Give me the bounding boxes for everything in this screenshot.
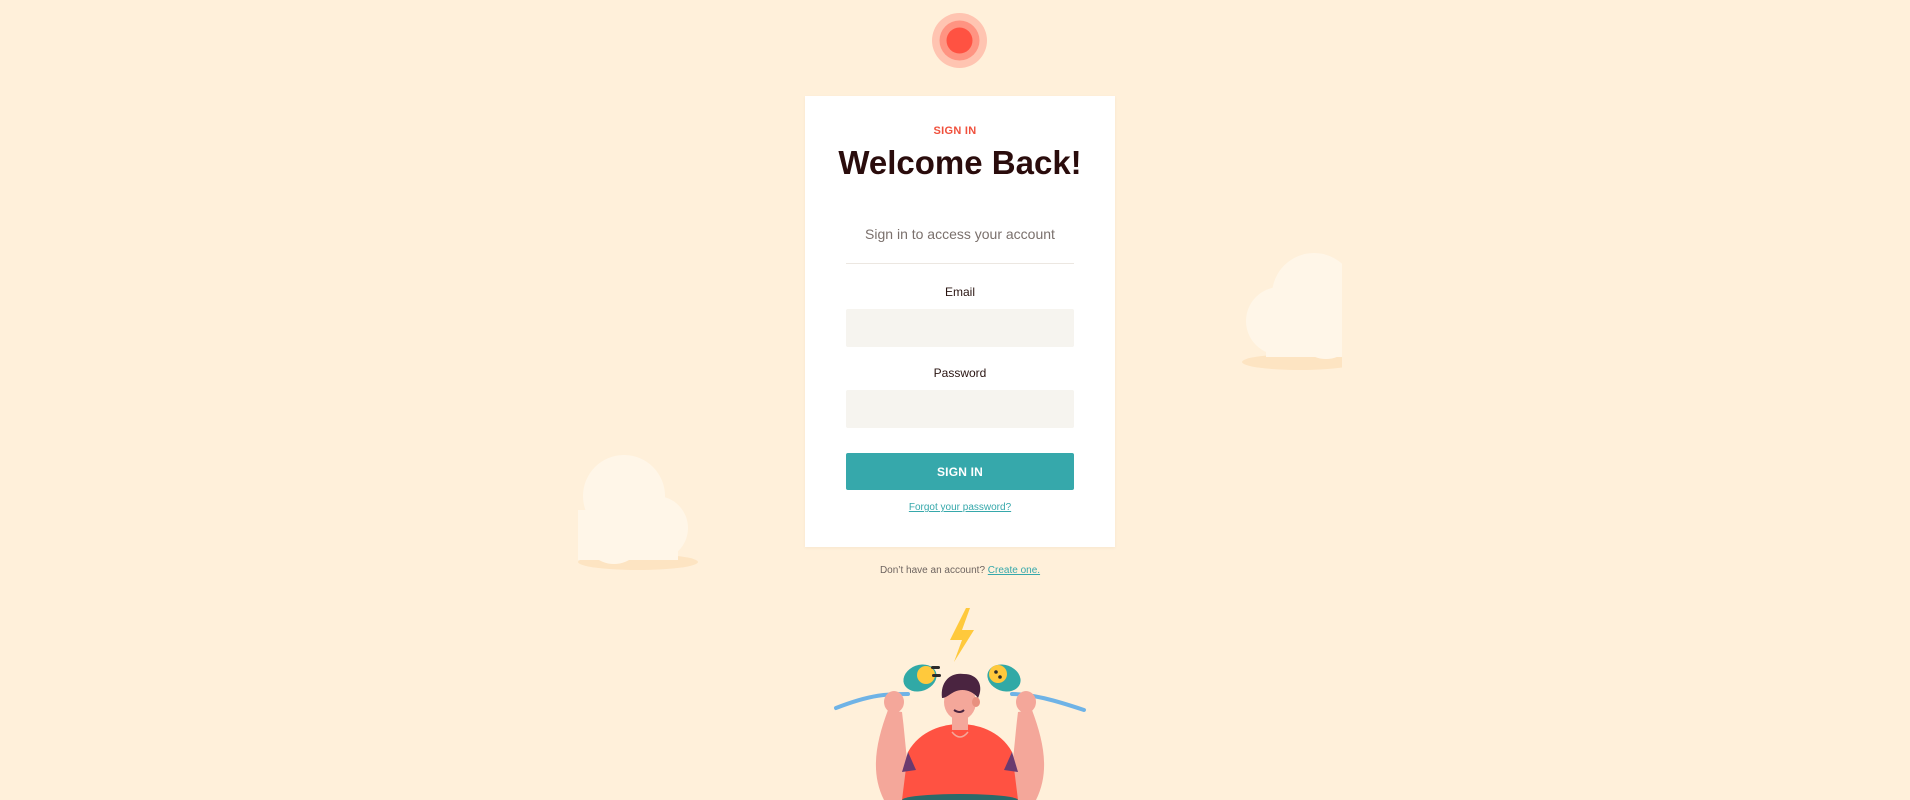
forgot-password-link[interactable]: Forgot your password? [846,502,1074,513]
signup-prompt: Don’t have an account? Create one. [805,565,1115,576]
target-dot-icon [932,13,987,68]
sign-in-button[interactable]: SIGN IN [846,453,1074,490]
cloud-icon [578,455,698,570]
signup-prompt-text: Don’t have an account? [879,565,986,576]
login-page: SIGN IN Welcome Back! Sign in to access … [0,0,1910,800]
plug-right-icon [987,664,1021,692]
email-label: Email [944,285,975,299]
email-field[interactable] [846,309,1074,347]
lightning-icon [950,608,974,662]
password-field[interactable] [846,390,1074,428]
page-title: Welcome Back! [838,144,1082,181]
section-eyebrow: SIGN IN [933,125,977,137]
password-label: Password [933,366,987,380]
divider [846,263,1074,264]
create-account-link[interactable]: Create one. [988,565,1040,576]
page-subtitle: Sign in to access your account [865,226,1055,242]
cloud-icon [1242,253,1342,370]
unplugged-person-illustration [834,608,1086,800]
plug-left-icon [903,664,941,692]
